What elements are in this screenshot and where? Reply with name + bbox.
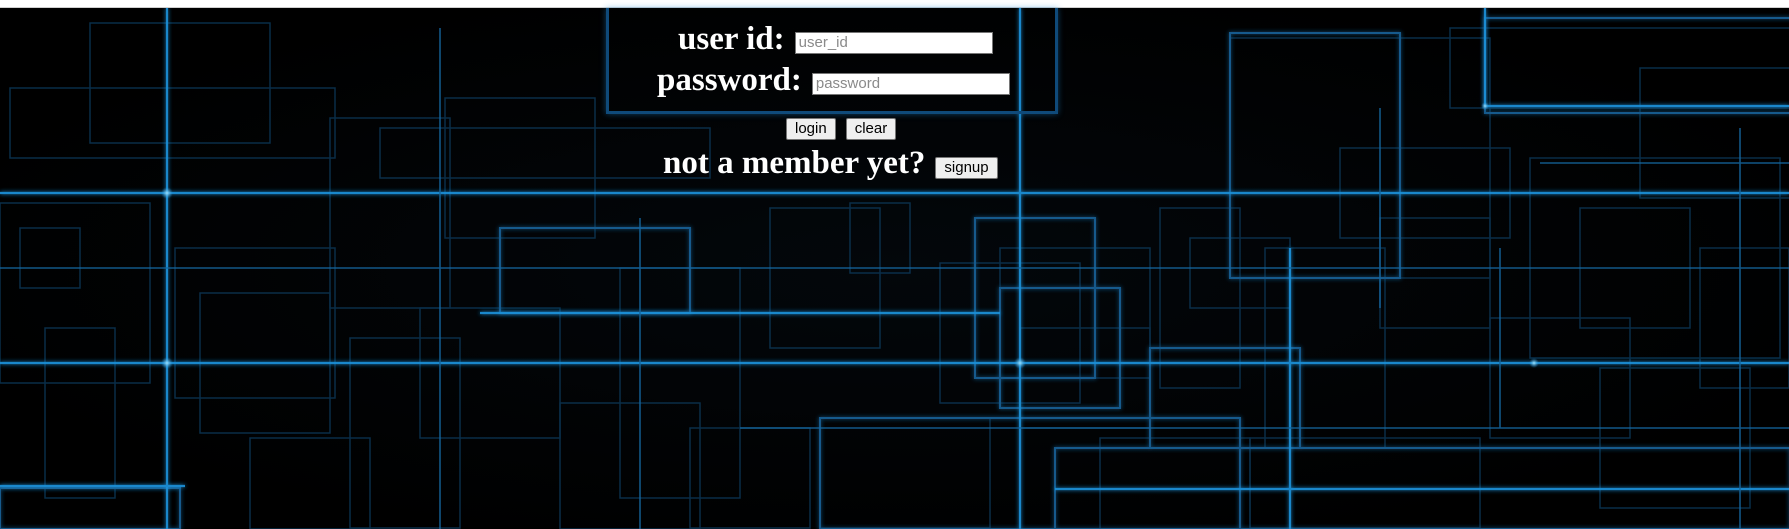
user-id-row: user id: (678, 23, 993, 56)
signup-row: not a member yet? signup (663, 147, 998, 180)
user-id-label: user id: (678, 21, 785, 57)
password-label: password: (657, 62, 802, 98)
login-button[interactable]: login (786, 118, 836, 140)
login-actions: login clear (786, 118, 897, 140)
password-row: password: (657, 64, 1010, 97)
user-id-input[interactable] (794, 31, 993, 54)
password-input[interactable] (811, 72, 1010, 95)
signup-prompt: not a member yet? (663, 145, 926, 181)
browser-top-bar (0, 0, 1789, 8)
signup-button[interactable]: signup (935, 156, 998, 179)
clear-button[interactable]: clear (845, 118, 897, 140)
